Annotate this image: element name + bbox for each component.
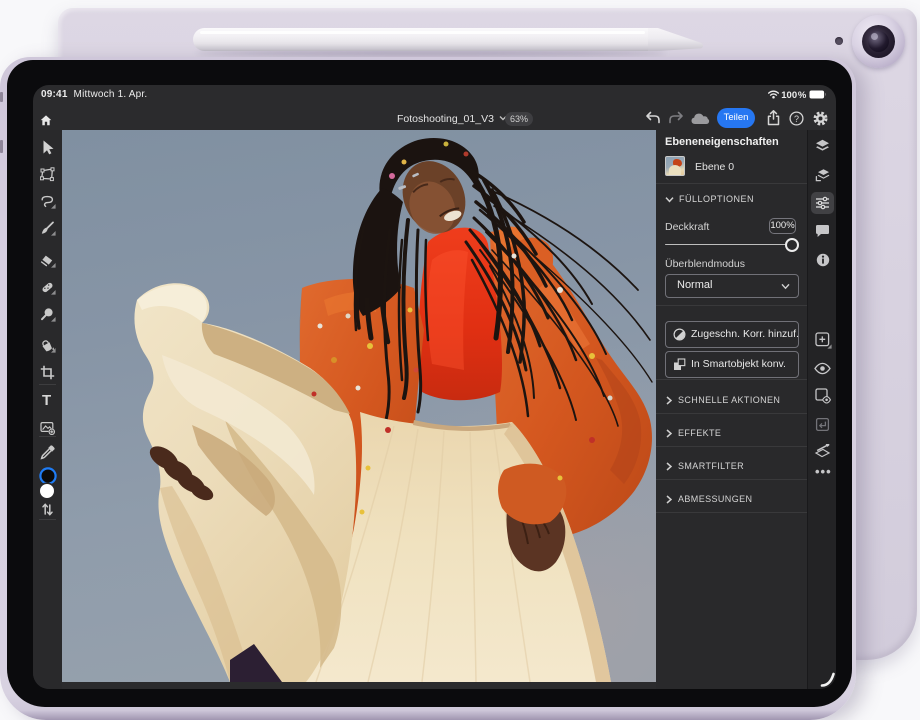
svg-text:?: ? (794, 114, 799, 124)
